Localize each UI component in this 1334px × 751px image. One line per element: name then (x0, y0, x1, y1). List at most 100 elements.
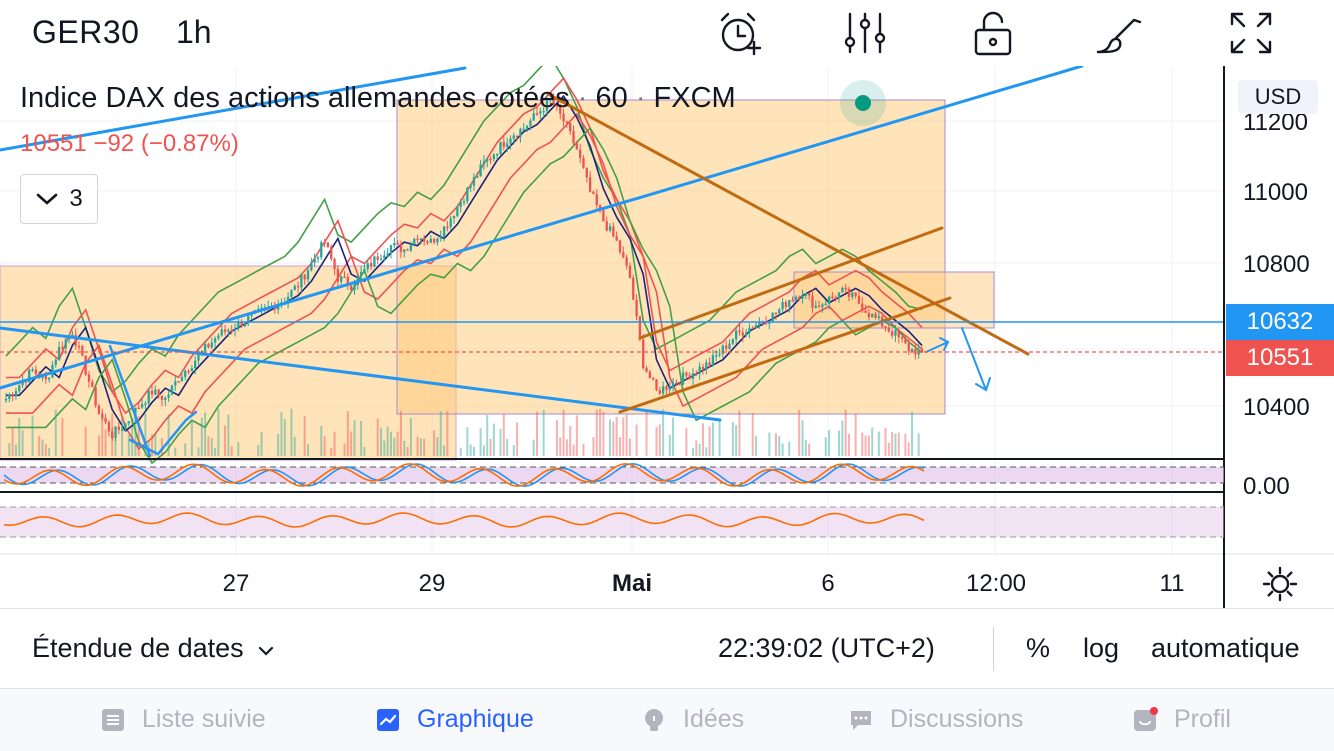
rsi-pane[interactable] (0, 506, 1224, 538)
chart-settings-icon[interactable] (1262, 566, 1298, 602)
volume-bar (602, 411, 605, 456)
market-status-icon[interactable] (840, 80, 886, 126)
volume-bar (609, 419, 612, 456)
tab-ideas[interactable]: Idées (641, 705, 744, 734)
legend-title[interactable]: Indice DAX des actions allemandes cotées… (20, 82, 736, 115)
candle (376, 256, 379, 260)
volume-bar (774, 433, 777, 456)
volume-bar (38, 435, 41, 456)
volume-bar (217, 408, 220, 456)
candle (582, 158, 585, 168)
candle (87, 374, 91, 382)
volume-bar (114, 439, 117, 456)
candle (807, 293, 811, 296)
volume-bar (416, 436, 419, 456)
volume-bar (230, 446, 233, 456)
volume-bar (277, 433, 280, 456)
candle (771, 312, 774, 322)
candle (738, 330, 741, 333)
unlock-icon[interactable] (968, 10, 1018, 56)
date-range-label: Étendue de dates (32, 633, 244, 663)
volume-bar (167, 414, 170, 456)
divider (993, 627, 994, 671)
volume-bar (204, 412, 207, 456)
log-toggle[interactable]: log (1083, 633, 1119, 664)
volume-bar (592, 437, 595, 456)
volume-bar (668, 434, 671, 456)
volume-bar (439, 411, 442, 456)
candle (4, 398, 8, 401)
volume-bar (708, 426, 711, 456)
candle (887, 328, 890, 332)
currency-badge[interactable]: USD (1238, 80, 1318, 114)
candle (625, 257, 628, 266)
auto-scale-toggle[interactable]: automatique (1151, 633, 1300, 664)
date-range-dropdown[interactable]: Étendue de dates (32, 633, 275, 664)
candle (824, 303, 827, 306)
volume-bar (257, 444, 260, 456)
drawing-brush-icon[interactable] (1094, 10, 1144, 56)
volume-bar (419, 438, 422, 456)
candle (884, 326, 887, 329)
indicators-icon[interactable] (840, 10, 890, 56)
candle (300, 274, 303, 288)
candle (685, 372, 688, 376)
volume-bar (482, 445, 485, 456)
volume-bar (210, 438, 213, 456)
price-tick: 10400 (1243, 394, 1310, 421)
symbol-button[interactable]: GER30 (32, 14, 139, 51)
stochastic-pane[interactable] (0, 462, 1224, 487)
tab-watchlist[interactable]: Liste suivie (100, 705, 266, 734)
candle (894, 330, 897, 336)
volume-bar (44, 444, 47, 456)
time-axis[interactable]: 27 29 Mai 6 12:00 11 (223, 570, 1185, 597)
candle (900, 337, 904, 339)
legend-values: 10551 −92 (−0.87%) (20, 130, 239, 158)
alarm-add-icon[interactable] (714, 10, 764, 56)
candle (778, 309, 781, 314)
candle (18, 385, 21, 391)
volume-bar (751, 413, 754, 456)
candle (608, 226, 612, 231)
candle (877, 316, 881, 318)
time-tick: 11 (1160, 570, 1185, 597)
candle (585, 167, 588, 178)
volume-bar (864, 435, 867, 456)
candle (187, 370, 190, 373)
volume-bar (423, 438, 426, 456)
candle (479, 164, 482, 177)
candle (310, 262, 313, 271)
candle (217, 335, 220, 339)
candle (615, 236, 618, 241)
line-price-label: 10632 (1226, 304, 1334, 340)
volume-bar (582, 443, 585, 456)
last-price-label: 10551 (1226, 340, 1334, 376)
candle (117, 426, 121, 430)
chat-icon (851, 710, 871, 730)
candle (854, 292, 857, 296)
candle (525, 125, 529, 129)
interval-button[interactable]: 1h (176, 14, 212, 51)
tab-label: Profil (1174, 705, 1231, 733)
candle (695, 373, 698, 375)
candle (728, 343, 731, 349)
time-tick: 29 (419, 570, 446, 597)
tab-profile[interactable]: Profil (1132, 705, 1231, 734)
fullscreen-icon[interactable] (1226, 10, 1276, 56)
candle (379, 258, 383, 261)
clock-timezone[interactable]: 22:39:02 (UTC+2) (718, 633, 935, 664)
tab-discussions[interactable]: Discussions (848, 705, 1023, 734)
candle (731, 339, 734, 344)
percent-toggle[interactable]: % (1026, 633, 1050, 664)
candle (326, 242, 330, 248)
candle (744, 333, 748, 336)
collapse-indicators-button[interactable]: 3 (20, 174, 98, 224)
candle (505, 143, 509, 147)
candle (127, 421, 130, 424)
candle (369, 263, 373, 267)
candle (774, 312, 778, 315)
candle (439, 236, 442, 239)
tab-chart[interactable]: Graphique (375, 705, 534, 734)
volume-bar (907, 442, 910, 456)
chart-controls-bar: Étendue de dates 22:39:02 (UTC+2) % log … (0, 608, 1334, 689)
